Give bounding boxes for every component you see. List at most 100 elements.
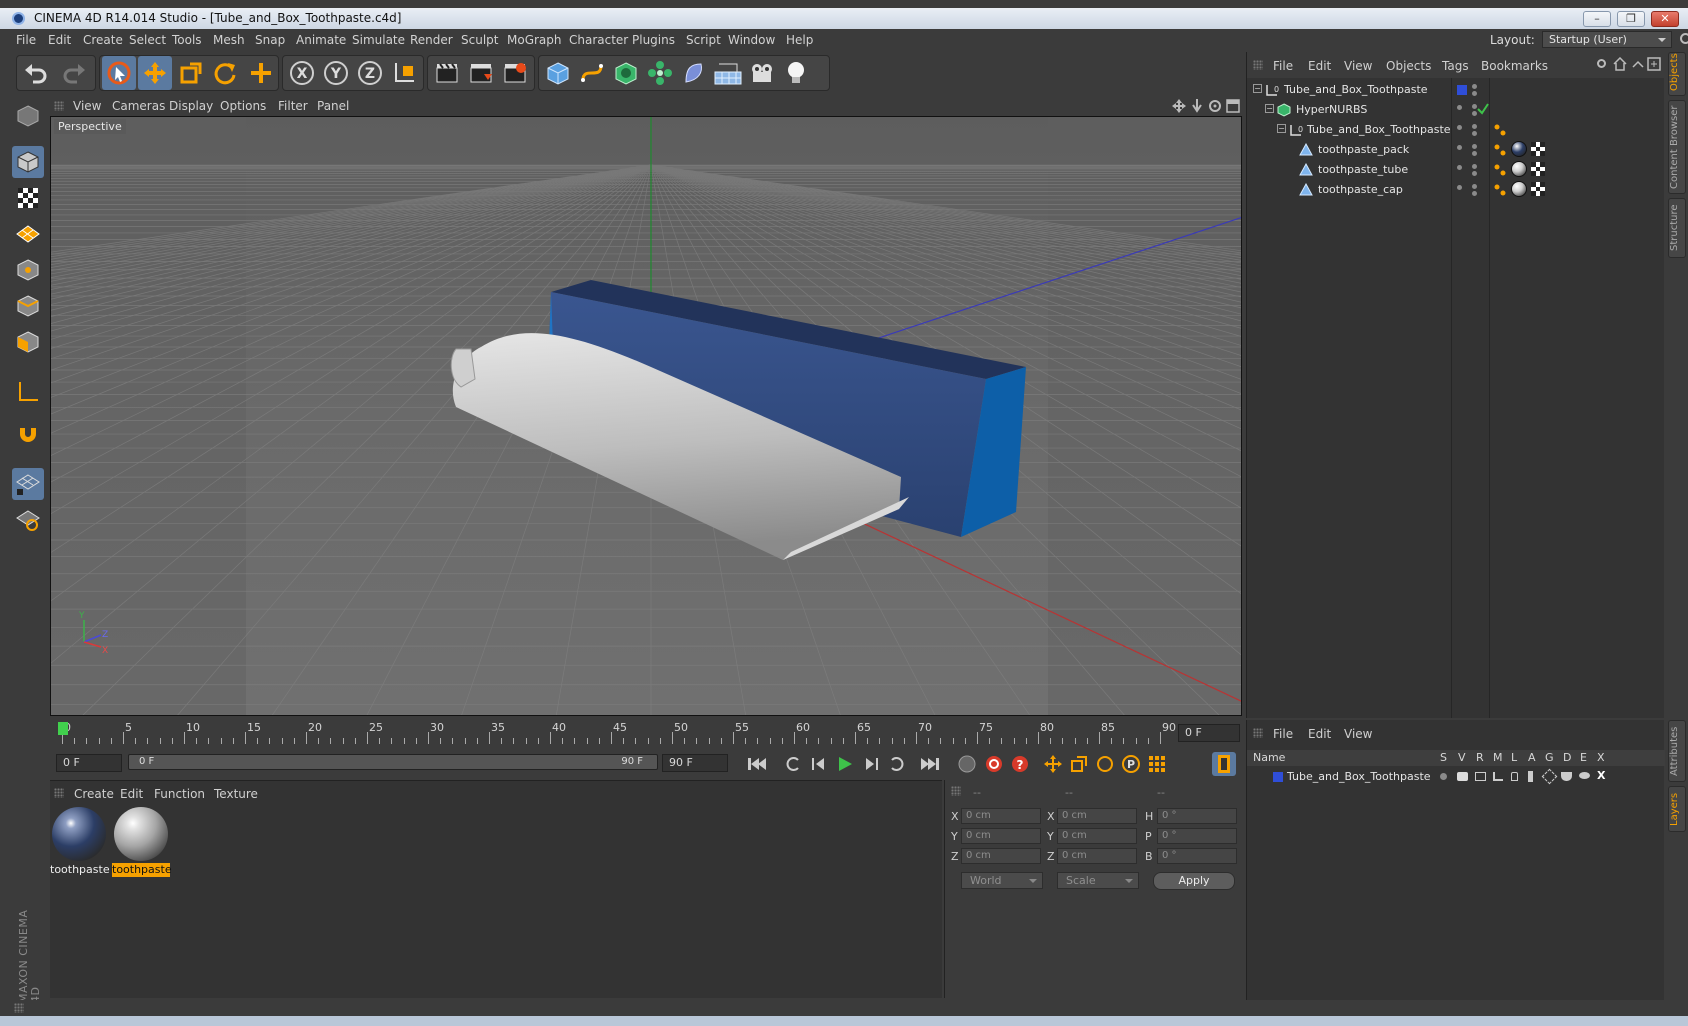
render-settings-icon[interactable] [498,56,532,90]
material-tag-icon[interactable] [1511,141,1527,157]
objects-menu-edit[interactable]: Edit [1308,59,1331,73]
phong-tag-icon[interactable] [1493,163,1507,177]
perspective-viewport[interactable]: Y Z X Perspective [50,116,1242,716]
light-icon[interactable] [779,56,813,90]
close-icon[interactable]: ✕ [1651,11,1679,27]
menu-script[interactable]: Script [686,33,721,47]
material-menu-function[interactable]: Function [154,787,205,801]
menu-sculpt[interactable]: Sculpt [461,33,498,47]
restore-icon[interactable]: ❐ [1617,11,1645,27]
menu-simulate[interactable]: Simulate [352,33,405,47]
viewport-menu-filter[interactable]: Filter [278,99,308,113]
menu-mesh[interactable]: Mesh [213,33,245,47]
timeline-layout-icon[interactable] [1212,752,1236,776]
tab-content-browser[interactable]: Content Browser [1668,100,1686,194]
menu-snap[interactable]: Snap [255,33,285,47]
layout-select[interactable]: Startup (User) [1542,31,1672,48]
live-select-icon[interactable] [102,56,136,90]
menu-render[interactable]: Render [410,33,453,47]
next-key-icon[interactable] [885,752,909,776]
record-icon[interactable] [982,752,1006,776]
editor-visibility-dot[interactable] [1472,164,1477,169]
animation-lock-icon[interactable] [12,504,44,536]
menu-create[interactable]: Create [83,33,123,47]
layers-menu-view[interactable]: View [1344,727,1372,741]
scale-icon[interactable] [174,56,208,90]
viewport-solo-icon[interactable] [12,100,44,132]
autokey-icon[interactable] [955,752,979,776]
model-mode-icon[interactable] [12,146,44,178]
menu-window[interactable]: Window [728,33,775,47]
undo-icon[interactable] [19,56,53,90]
layer-render-icon[interactable] [1475,772,1486,781]
home-icon[interactable] [1613,57,1627,71]
objects-menu-view[interactable]: View [1344,59,1372,73]
uvw-tag-icon[interactable] [1531,182,1545,196]
redo-icon[interactable] [57,56,91,90]
object-row[interactable]: toothpaste_pack [1247,140,1665,160]
objects-menu-tags[interactable]: Tags [1442,59,1469,73]
phong-tag-icon[interactable] [1493,183,1507,197]
magnet-icon[interactable] [12,420,44,452]
render-view-icon[interactable] [430,56,464,90]
edges-mode-icon[interactable] [12,290,44,322]
render-picture-viewer-icon[interactable] [464,56,498,90]
layer-lock-icon[interactable] [1511,772,1518,781]
minimize-icon[interactable]: – [1583,11,1611,27]
go-to-start-icon[interactable] [745,752,769,776]
pos-z-field[interactable]: 0 cm [961,848,1041,864]
material-swatch-selected[interactable]: toothpaste [112,805,172,879]
material-swatch[interactable]: toothpaste [50,805,110,879]
viewport-menu-cameras[interactable]: Cameras [112,99,165,113]
uvw-tag-icon[interactable] [1531,162,1545,176]
key-pla-icon[interactable] [1145,752,1169,776]
maximize-view-icon[interactable] [1226,99,1240,113]
layer-manager-icon[interactable] [1493,772,1503,781]
viewport-menu-options[interactable]: Options [220,99,266,113]
menu-animate[interactable]: Animate [296,33,346,47]
up-arrow-icon[interactable] [1631,57,1645,71]
layer-view-icon[interactable] [1457,772,1468,781]
phong-tag-icon[interactable] [1493,143,1507,157]
coordinate-system-icon[interactable] [387,56,421,90]
layer-dot[interactable] [1457,185,1462,190]
texture-mode-icon[interactable] [12,182,44,214]
viewport-menu-panel[interactable]: Panel [317,99,349,113]
apply-button[interactable]: Apply [1153,872,1235,890]
menu-file[interactable]: File [16,33,36,47]
size-x-field[interactable]: 0 cm [1057,808,1137,824]
material-menu-create[interactable]: Create [74,787,114,801]
layer-dot[interactable] [1457,165,1462,170]
add-icon[interactable] [244,56,278,90]
render-visibility-dot[interactable] [1472,191,1477,196]
layer-color-icon[interactable] [1457,85,1467,95]
editor-visibility-dot[interactable] [1472,84,1477,89]
material-menu-texture[interactable]: Texture [214,787,258,801]
transform-mode-dropdown[interactable]: Scale [1057,872,1139,889]
material-menu-edit[interactable]: Edit [120,787,143,801]
nurbs-icon[interactable] [609,56,643,90]
render-visibility-dot[interactable] [1472,131,1477,136]
next-frame-icon[interactable] [859,752,883,776]
zoom-icon[interactable] [1190,99,1204,113]
end-frame-field[interactable]: 90 F [662,754,728,772]
workplane-mode-icon[interactable] [12,218,44,250]
material-tag-icon[interactable] [1511,181,1527,197]
play-icon[interactable] [833,752,857,776]
deformer-icon[interactable] [677,56,711,90]
floor-icon[interactable] [711,56,745,90]
start-frame-field[interactable]: 0 F [56,754,122,772]
layer-dot[interactable] [1457,125,1462,130]
key-position-icon[interactable] [1041,752,1065,776]
layers-menu-edit[interactable]: Edit [1308,727,1331,741]
size-y-field[interactable]: 0 cm [1057,828,1137,844]
object-row[interactable]: − HyperNURBS [1247,100,1665,120]
menu-help[interactable]: Help [786,33,813,47]
layer-solo-icon[interactable] [1440,773,1447,780]
z-axis-icon[interactable]: Z [353,56,387,90]
rot-p-field[interactable]: 0 ° [1157,828,1237,844]
polygons-mode-icon[interactable] [12,326,44,358]
layer-color-icon[interactable] [1273,772,1283,782]
pos-y-field[interactable]: 0 cm [961,828,1041,844]
layer-generator-icon[interactable] [1541,768,1558,785]
